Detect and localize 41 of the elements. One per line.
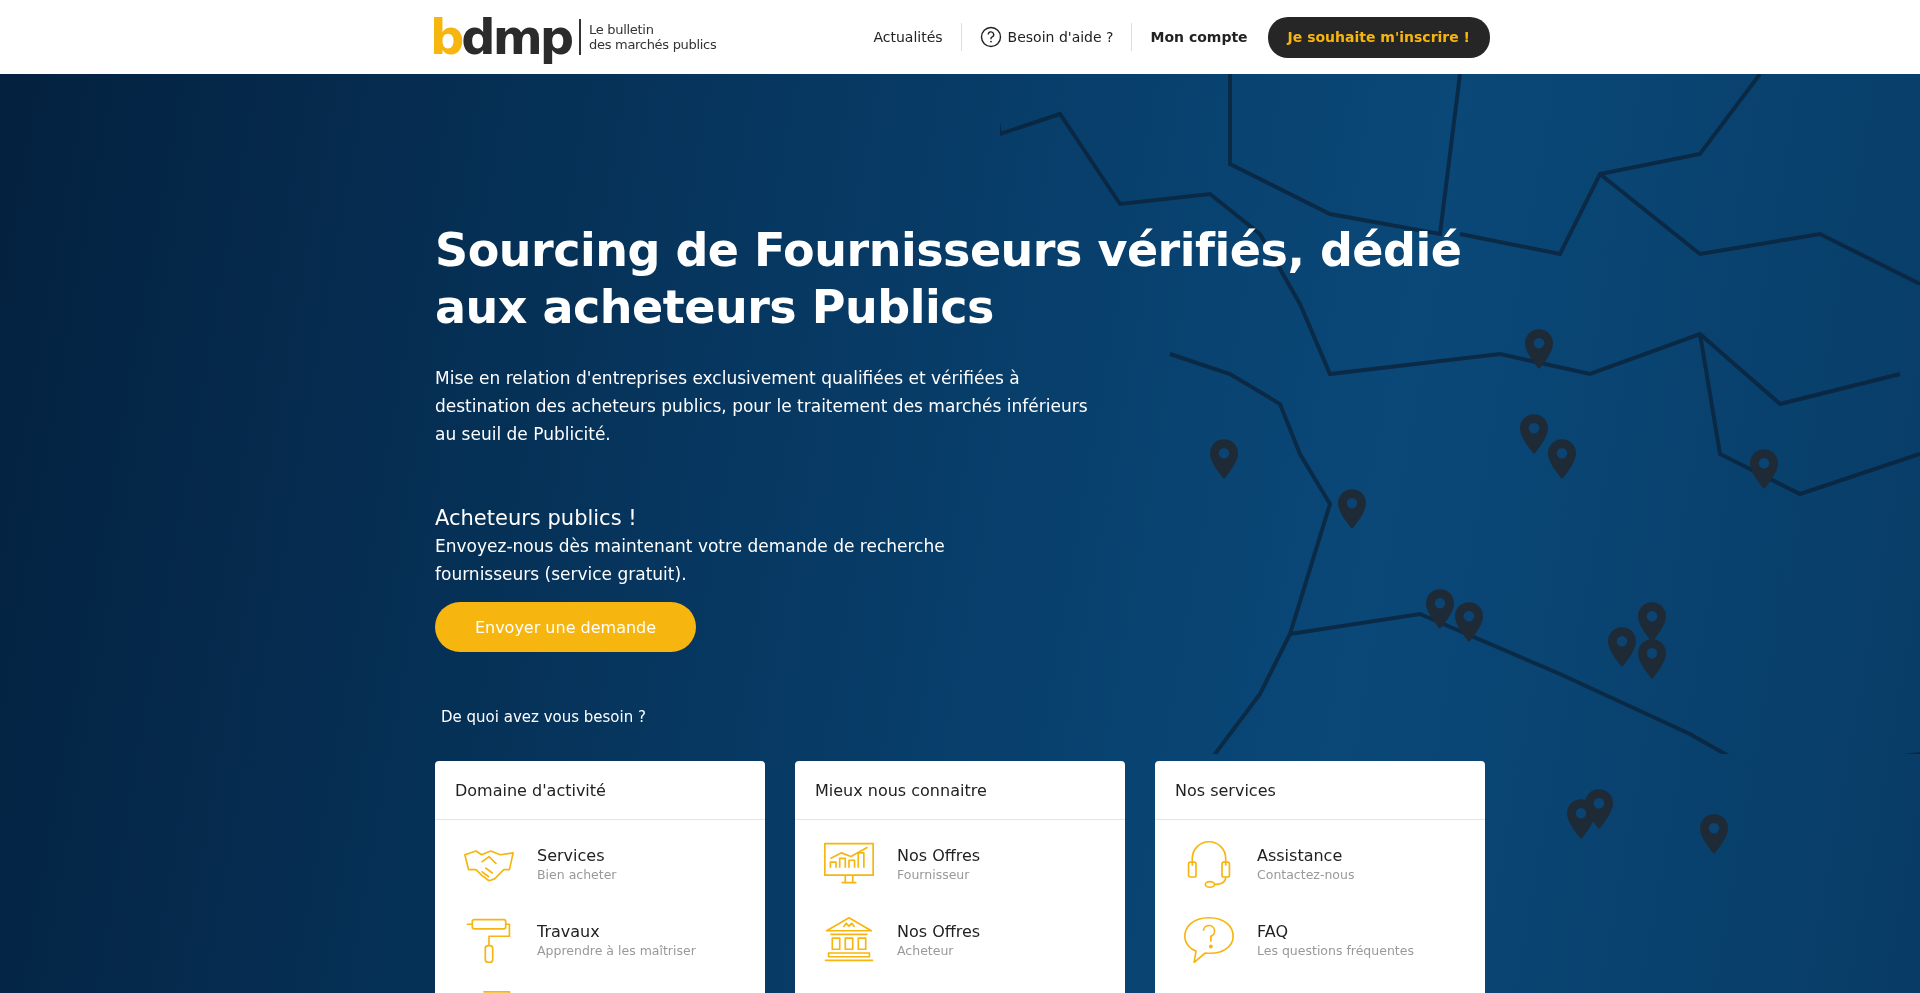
map-pin-icon [1750, 449, 1778, 489]
map-pin-icon [1608, 627, 1636, 667]
help-icon [979, 26, 1002, 48]
map-pin-icon [1520, 414, 1548, 454]
nav-link[interactable]: Actualités [855, 29, 961, 45]
item-title[interactable]: Assistance [1257, 846, 1355, 865]
hero-description: Mise en relation d'entreprises exclusivement qualifiées et vérifiées à destination des acheteurs publics, pour le traitement des marchés inférieurs au seuil de Publicité. [435, 367, 1089, 446]
hero-title: Sourcing de Fournisseurs vérifiés, dédié aux acheteurs Publics [435, 222, 1463, 336]
item-subtitle: Contactez-nous [1257, 867, 1355, 882]
card-title: Mieux nous connaitre [795, 761, 1125, 820]
logo-tagline: Le bulletin [589, 22, 655, 37]
card-title: Domaine d'activité [435, 761, 765, 820]
question-bubble-icon [1183, 914, 1235, 966]
map-pin-icon [1585, 789, 1613, 829]
item-subtitle: Fournisseur [897, 867, 971, 882]
item-title[interactable]: Services [537, 846, 617, 865]
map-pin-icon [1455, 602, 1483, 642]
card-title: Nos services [1155, 761, 1485, 820]
map-pin-icon [1426, 589, 1454, 629]
map-pin-icon [1210, 439, 1238, 479]
item-title[interactable]: Nos Offres [897, 922, 981, 941]
nav-link[interactable]: Mon compte [1132, 29, 1266, 45]
map-pin-icon [1525, 329, 1553, 369]
item-title[interactable]: Travaux [537, 922, 696, 941]
nav-link[interactable]: Besoin d'aide ? [961, 26, 1132, 48]
map-pin-icon [1338, 489, 1366, 529]
map-pin-icon [1638, 639, 1666, 679]
section-subtitle: Acheteurs publics ! [435, 505, 637, 532]
map-pin-icon [1700, 814, 1728, 854]
item-title[interactable]: Nos Offres [897, 846, 981, 865]
section-text: Envoyez-nous dès maintenant votre demande de recherche fournisseurs (service gratuit). [435, 535, 946, 586]
signup-button[interactable]: Je souhaite m'inscrire ! [1267, 16, 1490, 58]
logo-tagline: des marchés publics [589, 37, 717, 52]
item-subtitle: Acheteur [897, 943, 955, 958]
item-subtitle: Les questions fréquentes [1257, 943, 1414, 958]
item-subtitle: Bien acheter [537, 867, 617, 882]
question-text: De quoi avez vous besoin ? [441, 708, 647, 726]
item-title[interactable]: FAQ [1257, 922, 1414, 941]
map-pin-icon [1638, 602, 1666, 642]
map-pin-icon [1548, 439, 1576, 479]
item-subtitle: Apprendre à les maîtriser [537, 943, 696, 958]
